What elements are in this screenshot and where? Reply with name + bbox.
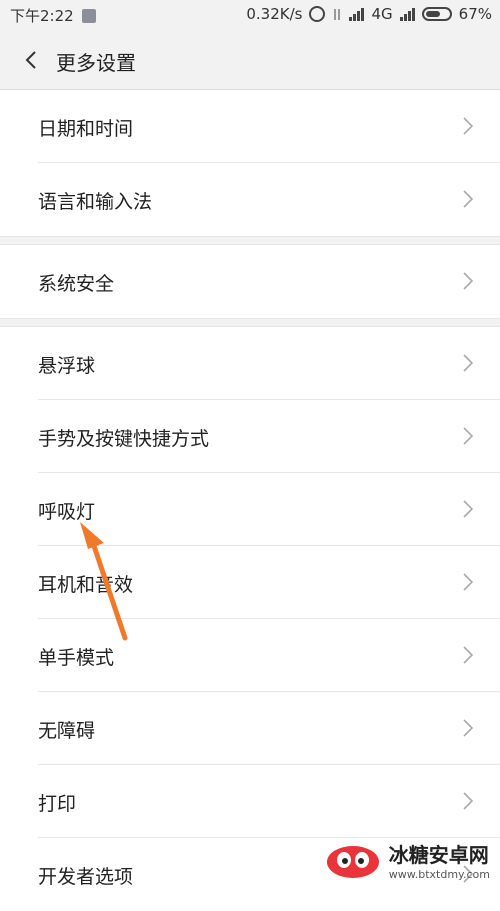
settings-list: 日期和时间语言和输入法 系统安全悬浮球手势及按键快捷方式 呼吸灯耳机和音效单手模式无…	[0, 90, 500, 911]
settings-item[interactable]: 打印	[0, 765, 500, 838]
status-bar: 下午2:22 0.32K/s 4G 67%	[0, 0, 500, 30]
signal-icon	[349, 7, 365, 21]
chevron-right-icon	[463, 500, 474, 518]
alarm-icon	[309, 6, 326, 22]
settings-item-label: 无障碍	[38, 720, 96, 742]
settings-item-label: 耳机和音效	[38, 574, 134, 596]
settings-item-label: 打印	[38, 793, 77, 815]
settings-item[interactable]: 系统安全	[0, 245, 500, 318]
watermark-name: 冰糖安卓网	[388, 843, 489, 867]
settings-item[interactable]: 手势及按键快捷方式	[0, 400, 500, 473]
settings-item-label: 系统安全	[38, 273, 115, 295]
page-title: 更多设置	[56, 51, 136, 75]
settings-item[interactable]: 悬浮球	[0, 327, 500, 400]
network-type: 4G	[371, 5, 393, 23]
data-transfer-icon	[332, 7, 342, 21]
battery-icon	[421, 7, 452, 21]
settings-item[interactable]: 耳机和音效	[0, 546, 500, 619]
watermark: 冰糖安卓网 www.btxtdmy.com	[325, 839, 490, 881]
chevron-right-icon	[463, 792, 474, 810]
chevron-right-icon	[463, 646, 474, 664]
watermark-logo-icon	[326, 846, 379, 878]
chevron-right-icon	[463, 354, 474, 372]
chevron-right-icon	[463, 573, 474, 591]
network-speed: 0.32K/s	[246, 5, 303, 23]
chevron-right-icon	[463, 719, 474, 737]
chevron-right-icon	[463, 117, 474, 135]
notification-icon	[81, 8, 96, 23]
settings-item-label: 开发者选项	[38, 866, 134, 888]
settings-item[interactable]: 日期和时间	[0, 90, 500, 163]
signal-icon-2	[399, 7, 415, 21]
chevron-right-icon	[463, 427, 474, 445]
section-divider	[0, 318, 500, 327]
settings-item[interactable]: 单手模式	[0, 619, 500, 692]
battery-fill	[425, 11, 441, 17]
settings-item-label: 语言和输入法	[38, 191, 153, 213]
settings-item[interactable]: 无障碍	[0, 692, 500, 765]
settings-item-label: 手势及按键快捷方式	[38, 428, 210, 450]
settings-item-label: 日期和时间	[38, 118, 134, 140]
battery-percent: 67%	[458, 5, 492, 23]
chevron-right-icon	[463, 272, 474, 290]
title-bar: 更多设置	[0, 30, 500, 90]
chevron-right-icon	[463, 190, 474, 208]
settings-item-label: 悬浮球	[38, 355, 96, 377]
watermark-url: www.btxtdmy.com	[388, 868, 490, 881]
settings-item-label: 呼吸灯	[38, 501, 96, 523]
back-arrow-icon[interactable]	[20, 46, 46, 74]
settings-item[interactable]: 语言和输入法	[0, 163, 500, 236]
section-divider	[0, 236, 500, 245]
settings-item[interactable]: 呼吸灯	[0, 473, 500, 546]
status-time: 下午2:22	[10, 7, 74, 25]
settings-item-label: 单手模式	[38, 647, 115, 669]
